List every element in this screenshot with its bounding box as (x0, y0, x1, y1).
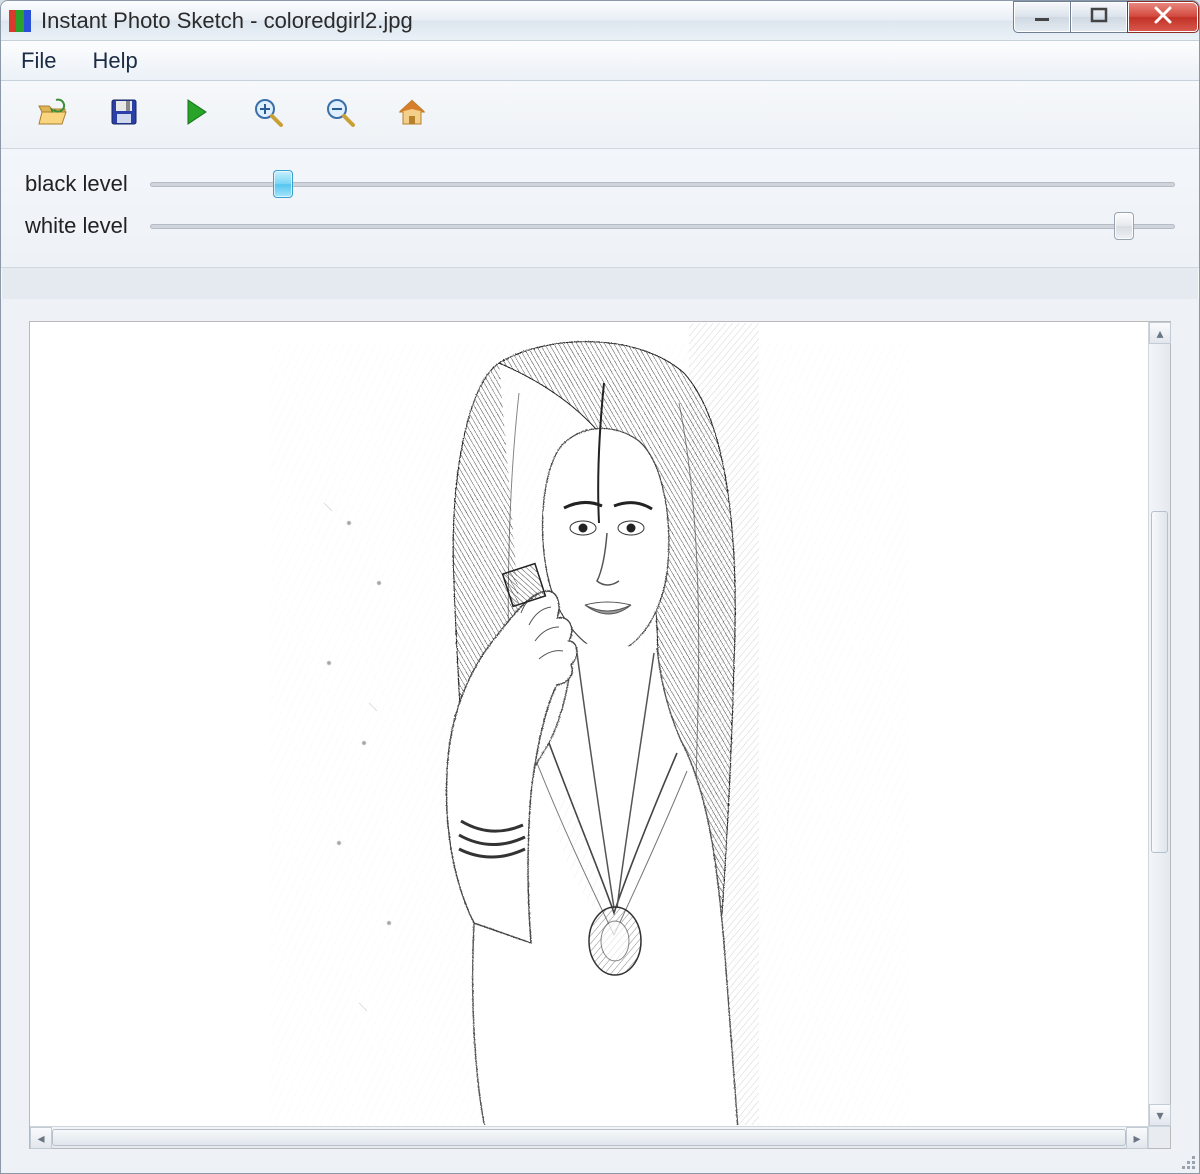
open-icon (36, 96, 68, 134)
horizontal-scrollbar[interactable]: ◂ ▸ (30, 1126, 1148, 1148)
zoom-out-button[interactable] (319, 94, 361, 136)
app-icon (9, 10, 31, 32)
maximize-button[interactable] (1070, 1, 1128, 33)
scroll-corner (1148, 1126, 1170, 1148)
image-viewport[interactable] (31, 323, 1147, 1125)
white-level-label: white level (25, 213, 150, 239)
vscroll-thumb[interactable] (1151, 511, 1168, 853)
sketch-image (269, 323, 909, 1125)
menubar: File Help (1, 41, 1199, 81)
chevron-up-icon: ▴ (1156, 325, 1163, 342)
black-level-thumb[interactable] (273, 170, 293, 198)
white-level-slider[interactable] (150, 212, 1175, 240)
zoom-in-icon (252, 96, 284, 134)
minimize-icon (1032, 5, 1052, 29)
slider-track (150, 224, 1175, 229)
hscroll-thumb[interactable] (52, 1129, 1126, 1146)
maximize-icon (1089, 5, 1109, 29)
home-button[interactable] (391, 94, 433, 136)
window-title: Instant Photo Sketch - coloredgirl2.jpg (41, 8, 413, 34)
vscroll-track[interactable] (1149, 344, 1170, 1104)
client-area: ▴ ▾ ◂ ▸ (1, 299, 1199, 1173)
black-level-row: black level (25, 163, 1175, 205)
canvas-frame: ▴ ▾ ◂ ▸ (29, 321, 1171, 1149)
toolbar (1, 81, 1199, 149)
close-icon (1152, 4, 1174, 30)
menu-file[interactable]: File (7, 44, 70, 78)
slider-track (150, 182, 1175, 187)
chevron-right-icon: ▸ (1133, 1130, 1140, 1147)
chevron-left-icon: ◂ (37, 1130, 44, 1147)
window-controls (1014, 1, 1199, 33)
white-level-row: white level (25, 205, 1175, 247)
home-icon (396, 96, 428, 134)
scroll-left-button[interactable]: ◂ (30, 1127, 52, 1149)
app-window: Instant Photo Sketch - coloredgirl2.jpg … (0, 0, 1200, 1174)
slider-panel: black level white level (1, 149, 1199, 268)
menu-help[interactable]: Help (78, 44, 151, 78)
scroll-down-button[interactable]: ▾ (1149, 1104, 1171, 1126)
close-button[interactable] (1127, 1, 1199, 33)
minimize-button[interactable] (1013, 1, 1071, 33)
vertical-scrollbar[interactable]: ▴ ▾ (1148, 322, 1170, 1126)
save-button[interactable] (103, 94, 145, 136)
scroll-right-button[interactable]: ▸ (1126, 1127, 1148, 1149)
save-icon (108, 96, 140, 134)
black-level-label: black level (25, 171, 150, 197)
play-icon (180, 96, 212, 134)
open-button[interactable] (31, 94, 73, 136)
resize-grip[interactable] (1177, 1151, 1195, 1169)
zoom-in-button[interactable] (247, 94, 289, 136)
scroll-up-button[interactable]: ▴ (1149, 322, 1171, 344)
run-button[interactable] (175, 94, 217, 136)
titlebar: Instant Photo Sketch - coloredgirl2.jpg (1, 1, 1199, 41)
white-level-thumb[interactable] (1114, 212, 1134, 240)
chevron-down-icon: ▾ (1156, 1107, 1163, 1124)
black-level-slider[interactable] (150, 170, 1175, 198)
zoom-out-icon (324, 96, 356, 134)
hscroll-track[interactable] (52, 1127, 1126, 1148)
